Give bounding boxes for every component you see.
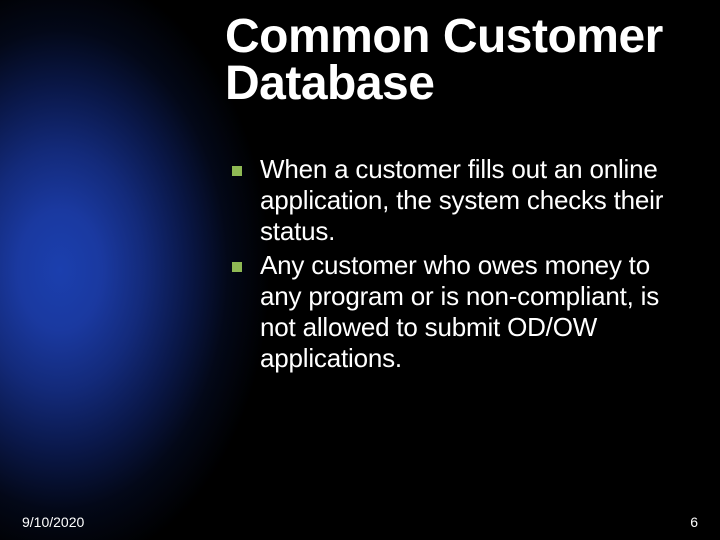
- bullet-text: When a customer fills out an online appl…: [260, 154, 690, 248]
- bullet-list: When a customer fills out an online appl…: [232, 154, 690, 376]
- slide-title: Common Customer Database: [225, 14, 710, 107]
- square-bullet-icon: [232, 166, 242, 176]
- footer: 9/10/2020 6: [0, 514, 720, 530]
- list-item: Any customer who owes money to any progr…: [232, 250, 690, 375]
- bullet-text: Any customer who owes money to any progr…: [260, 250, 690, 375]
- footer-page-number: 6: [690, 514, 698, 530]
- square-bullet-icon: [232, 262, 242, 272]
- footer-date: 9/10/2020: [22, 514, 84, 530]
- slide: Common Customer Database When a customer…: [0, 0, 720, 540]
- list-item: When a customer fills out an online appl…: [232, 154, 690, 248]
